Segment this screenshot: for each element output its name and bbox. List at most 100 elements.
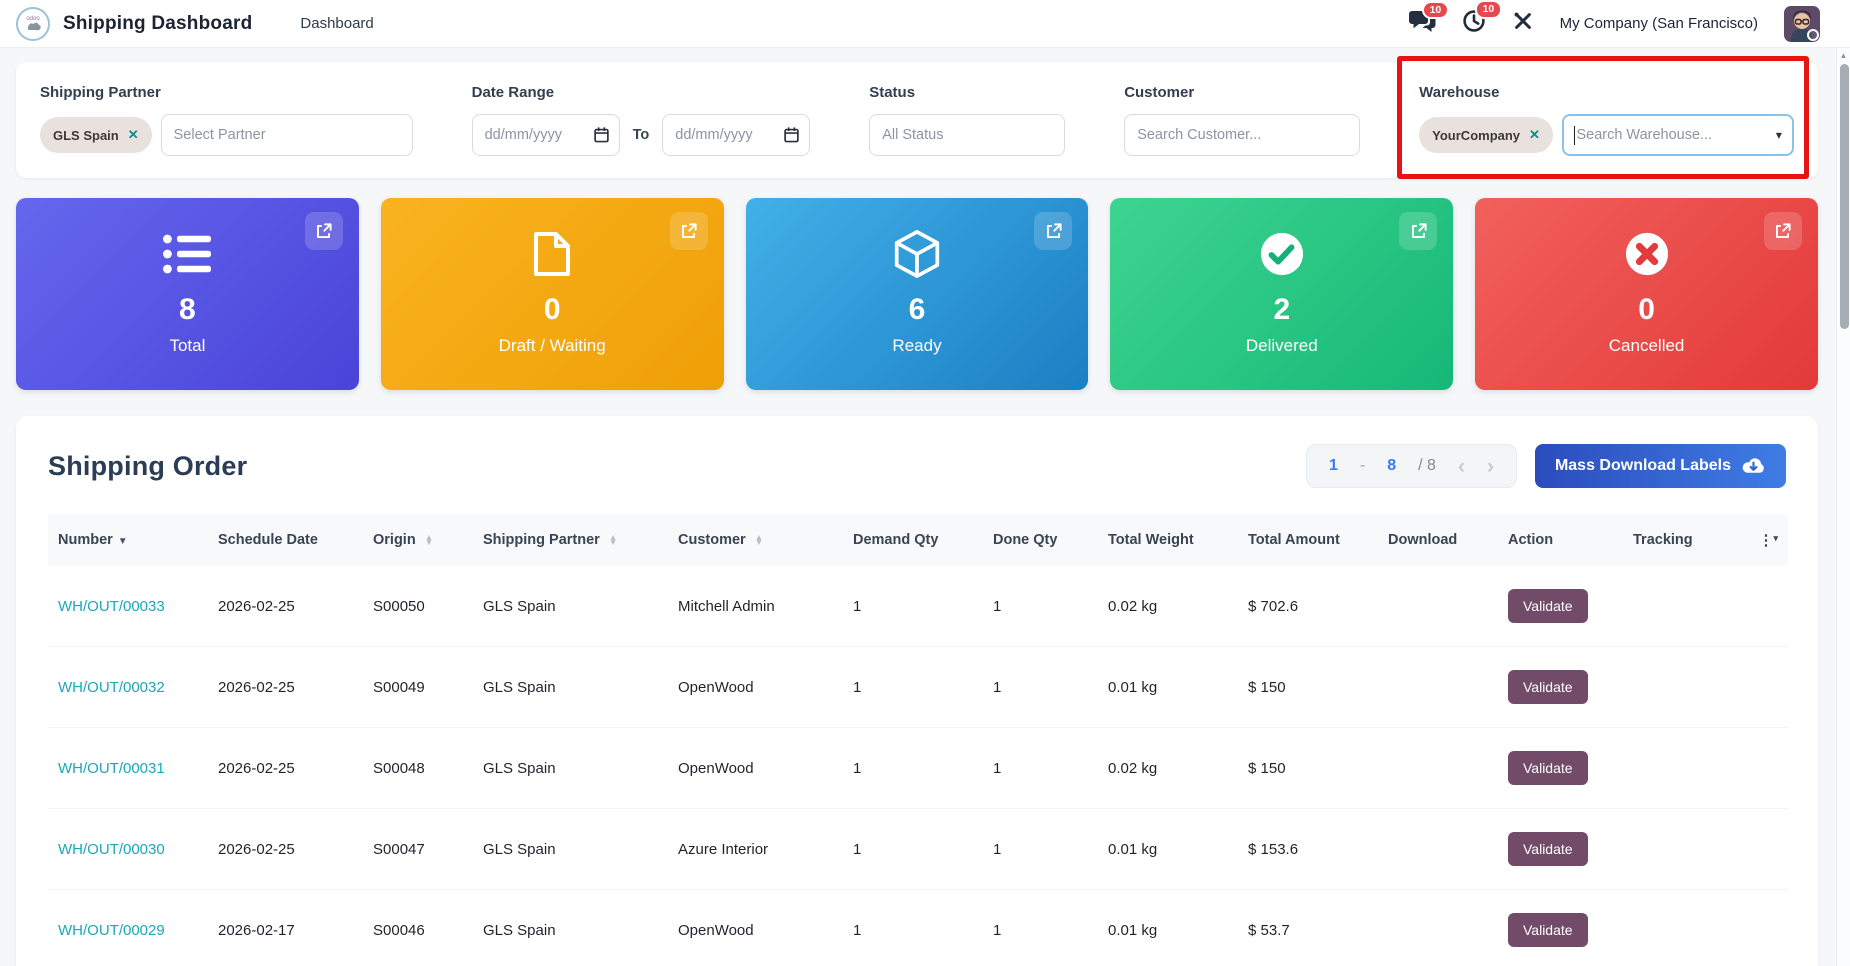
remove-tag-icon[interactable]: ✕ [128, 127, 139, 143]
top-navbar: odoo Shipping Dashboard Dashboard 10 10 [0, 0, 1850, 48]
card-total[interactable]: 8 Total [16, 198, 359, 390]
messages-badge: 10 [1421, 0, 1450, 19]
card-draft-waiting[interactable]: 0 Draft / Waiting [380, 198, 724, 390]
cell-tracking [1623, 647, 1738, 728]
external-link-icon [682, 222, 697, 238]
external-link-button[interactable] [1763, 212, 1802, 250]
chevron-left-icon[interactable]: ‹ [1458, 456, 1465, 477]
calendar-icon [784, 127, 799, 143]
pagination-end[interactable]: 8 [1387, 457, 1396, 475]
cell-tracking [1623, 890, 1738, 966]
column-settings-icon[interactable]: ⋮▾ [1738, 514, 1788, 566]
cell-action: Validate [1498, 809, 1623, 890]
card-cancelled[interactable]: 0 Cancelled [1475, 198, 1818, 390]
order-number-link[interactable]: WH/OUT/00031 [58, 760, 165, 777]
cell-origin: S00050 [373, 597, 425, 615]
activities-button[interactable]: 10 [1462, 0, 1503, 38]
chevron-right-icon[interactable]: › [1487, 456, 1494, 477]
table-row: WH/OUT/00030 2026-02-25 S00047 GLS Spain Azu… [48, 808, 1788, 890]
cell-number: WH/OUT/00033 [48, 566, 208, 647]
cell-action: Validate [1498, 728, 1623, 809]
sort-desc-icon: ▼ [117, 536, 128, 547]
pagination-start[interactable]: 1 [1329, 457, 1338, 475]
app-title: Shipping Dashboard [63, 12, 253, 34]
x-circle-icon [1624, 225, 1670, 283]
scroll-up-icon[interactable]: ▲ [1837, 48, 1850, 60]
cell-total-weight: 0.01 kg [1108, 921, 1158, 939]
company-menu[interactable]: My Company (San Francisco) [1560, 15, 1758, 32]
validate-button[interactable]: Validate [1508, 832, 1588, 866]
scrollbar-thumb[interactable] [1839, 64, 1849, 329]
warehouse-tag[interactable]: YourCompany ✕ [1419, 117, 1553, 153]
sort-icon: ▲ ▼ [424, 531, 434, 548]
cell-total-amount: $ 53.7 [1248, 921, 1290, 939]
status-input[interactable] [869, 114, 1066, 156]
card-delivered[interactable]: 2 Delivered [1110, 198, 1454, 390]
table-row: WH/OUT/00032 2026-02-25 S00049 GLS Spain Ope… [48, 646, 1788, 728]
app-logo-icon: odoo [16, 6, 50, 41]
cell-shipping-partner: GLS Spain [483, 678, 556, 696]
external-link-icon [317, 222, 332, 238]
chevron-down-icon[interactable]: ▾ [1776, 128, 1782, 142]
cell-number: WH/OUT/00030 [48, 809, 208, 890]
card-ready[interactable]: 6 Ready [745, 198, 1089, 390]
validate-button[interactable]: Validate [1508, 589, 1588, 623]
warehouse-search-input[interactable]: Search Warehouse... ▾ [1561, 114, 1794, 156]
column-header-done-qty: Done Qty [983, 514, 1098, 566]
external-link-button[interactable] [1399, 212, 1438, 250]
order-number-link[interactable]: WH/OUT/00029 [58, 922, 165, 939]
cell-tracking [1623, 809, 1738, 890]
order-number-link[interactable]: WH/OUT/00033 [58, 598, 165, 615]
shipping-partner-tag[interactable]: GLS Spain ✕ [40, 117, 152, 153]
tools-icon [1512, 10, 1534, 37]
text-cursor [1573, 125, 1576, 145]
column-header-origin[interactable]: Origin ▲ ▼ [363, 514, 473, 566]
mass-download-labels-button[interactable]: Mass Download Labels [1534, 444, 1786, 488]
external-link-button[interactable] [669, 212, 708, 250]
cell-customer: Mitchell Admin [678, 597, 775, 615]
card-label: Draft / Waiting [498, 336, 606, 355]
validate-button[interactable]: Validate [1508, 751, 1588, 785]
cell-action: Validate [1498, 566, 1623, 647]
card-label: Delivered [1245, 336, 1318, 355]
column-header-number[interactable]: Number ▼ [48, 514, 208, 566]
column-header-demand-qty: Demand Qty [843, 514, 983, 566]
external-link-button[interactable] [304, 212, 343, 250]
remove-tag-icon[interactable]: ✕ [1529, 127, 1540, 143]
svg-text:odoo: odoo [26, 16, 40, 22]
user-avatar[interactable] [1784, 5, 1820, 42]
external-link-icon [1046, 222, 1062, 238]
table-row: WH/OUT/00029 2026-02-17 S00046 GLS Spain Ope… [48, 889, 1788, 966]
cell-origin: S00048 [373, 759, 425, 777]
cell-demand-qty: 1 [853, 921, 862, 939]
cell-settings-spacer [1738, 809, 1788, 890]
column-header-customer[interactable]: Customer ▲ ▼ [668, 514, 843, 566]
external-link-button[interactable] [1034, 212, 1073, 250]
cell-demand-qty: 1 [853, 840, 862, 858]
column-header-total-weight: Total Weight [1098, 514, 1238, 566]
avatar-status-ring [1807, 28, 1819, 41]
pagination: 1 - 8 / 8 ‹ › [1306, 444, 1517, 488]
order-number-link[interactable]: WH/OUT/00032 [58, 679, 165, 696]
cell-settings-spacer [1738, 566, 1788, 647]
customer-search-input[interactable] [1124, 114, 1361, 156]
card-label: Ready [892, 336, 942, 355]
validate-button[interactable]: Validate [1508, 913, 1588, 947]
cell-shipping-partner: GLS Spain [483, 840, 556, 858]
shipping-partner-input[interactable] [160, 114, 413, 156]
menu-dashboard[interactable]: Dashboard [300, 15, 373, 32]
cell-number: WH/OUT/00029 [48, 890, 208, 966]
debug-tools-button[interactable] [1512, 10, 1534, 37]
validate-button[interactable]: Validate [1508, 670, 1588, 704]
order-number-link[interactable]: WH/OUT/00030 [58, 841, 165, 858]
filter-status: Status [869, 84, 1066, 156]
column-header-shipping-partner[interactable]: Shipping Partner ▲ ▼ [473, 514, 668, 566]
cell-shipping-partner: GLS Spain [483, 921, 556, 939]
cell-total-amount: $ 153.6 [1248, 840, 1299, 858]
check-circle-icon [1259, 225, 1305, 283]
card-count: 0 [543, 293, 561, 326]
customer-label: Customer [1124, 84, 1195, 101]
messages-button[interactable]: 10 [1408, 0, 1450, 38]
card-count: 2 [1273, 293, 1291, 326]
shipping-order-section: Shipping Order 1 - 8 / 8 ‹ › Mass Downlo… [16, 416, 1818, 966]
